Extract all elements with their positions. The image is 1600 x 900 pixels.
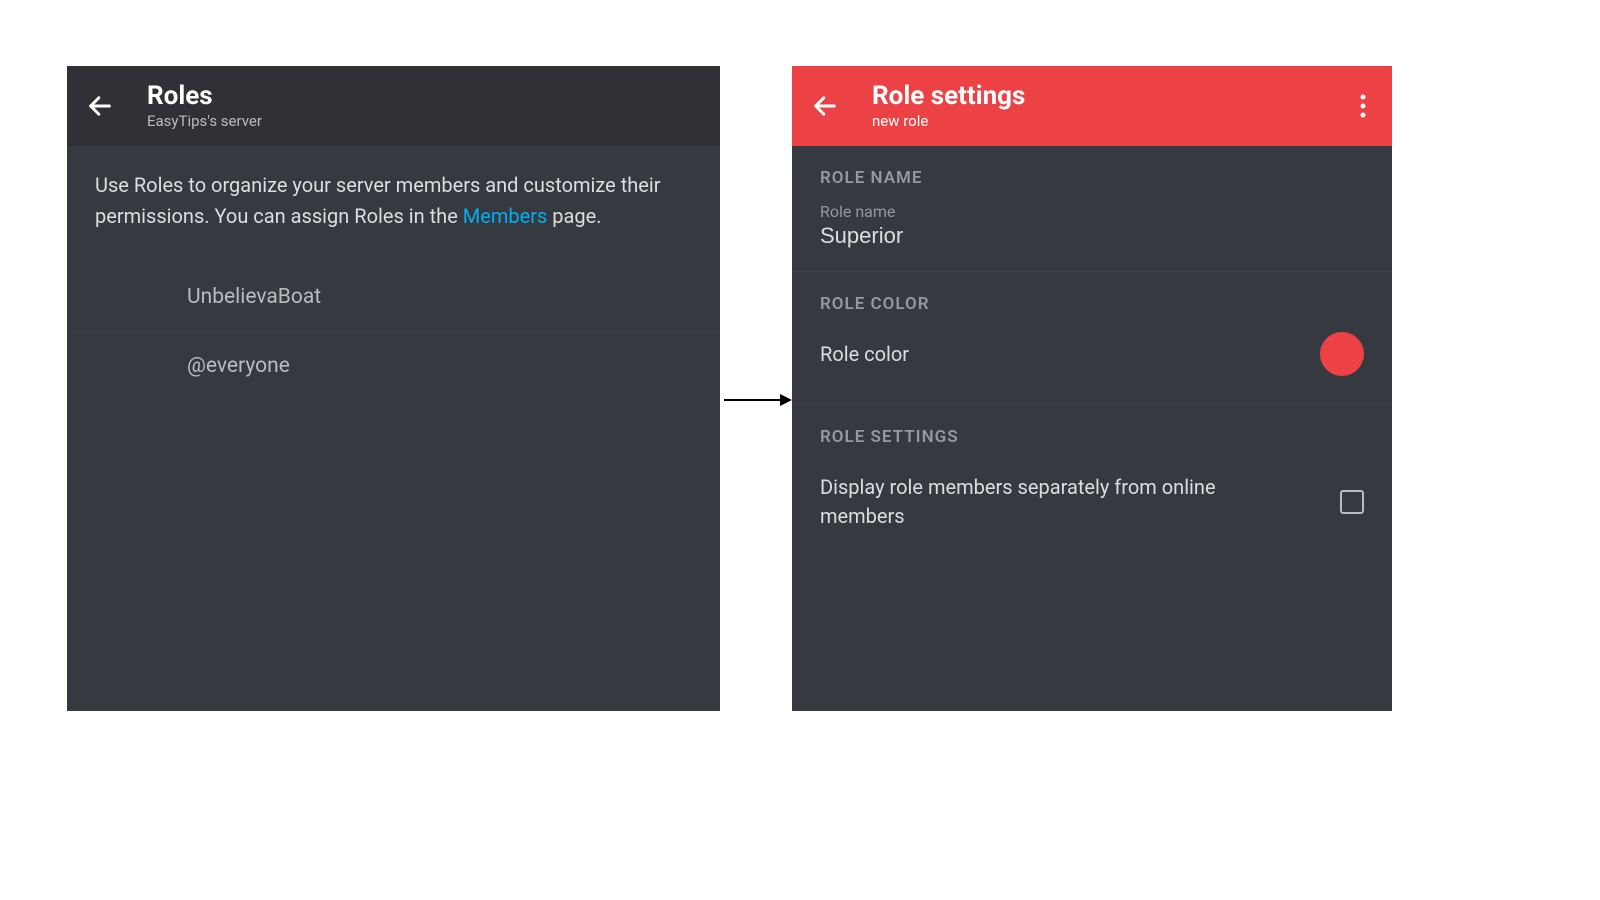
- page-subtitle: new role: [872, 112, 1025, 130]
- role-name-field-group: Role name: [792, 196, 1392, 272]
- header-text-group: Role settings new role: [872, 82, 1025, 131]
- arrow-left-icon: [86, 92, 114, 120]
- flow-arrow: [722, 380, 792, 420]
- roles-panel: Roles EasyTips's server Use Roles to org…: [67, 66, 720, 711]
- kebab-icon: [1360, 94, 1366, 118]
- page-subtitle: EasyTips's server: [147, 112, 262, 130]
- role-color-swatch[interactable]: [1320, 332, 1364, 376]
- display-separately-checkbox[interactable]: [1340, 490, 1364, 514]
- overflow-menu-button[interactable]: [1352, 86, 1374, 126]
- description-text-post: page.: [547, 204, 601, 228]
- role-item-unbelievaboat[interactable]: UnbelievaBoat: [67, 262, 720, 331]
- role-settings-panel: Role settings new role ROLE NAME Role na…: [792, 66, 1392, 711]
- arrow-left-icon: [811, 92, 839, 120]
- header-text-group: Roles EasyTips's server: [147, 82, 262, 131]
- arrow-right-icon: [722, 390, 792, 410]
- section-role-color: ROLE COLOR: [792, 272, 1392, 322]
- role-color-row[interactable]: Role color: [792, 322, 1392, 405]
- display-separately-label: Display role members separately from onl…: [820, 473, 1290, 531]
- role-item-everyone[interactable]: @everyone: [67, 331, 720, 400]
- role-settings-header: Role settings new role: [792, 66, 1392, 146]
- roles-description: Use Roles to organize your server member…: [67, 146, 720, 262]
- role-color-label: Role color: [820, 342, 909, 366]
- back-button[interactable]: [810, 91, 840, 121]
- role-name-input[interactable]: [820, 223, 1364, 249]
- back-button[interactable]: [85, 91, 115, 121]
- role-name-label: Role name: [820, 202, 1364, 221]
- section-role-name: ROLE NAME: [792, 146, 1392, 196]
- section-role-settings: ROLE SETTINGS: [792, 405, 1392, 455]
- page-title: Role settings: [872, 82, 1025, 111]
- page-title: Roles: [147, 82, 262, 111]
- roles-header: Roles EasyTips's server: [67, 66, 720, 146]
- members-link[interactable]: Members: [463, 204, 548, 228]
- display-separately-row[interactable]: Display role members separately from onl…: [792, 455, 1392, 531]
